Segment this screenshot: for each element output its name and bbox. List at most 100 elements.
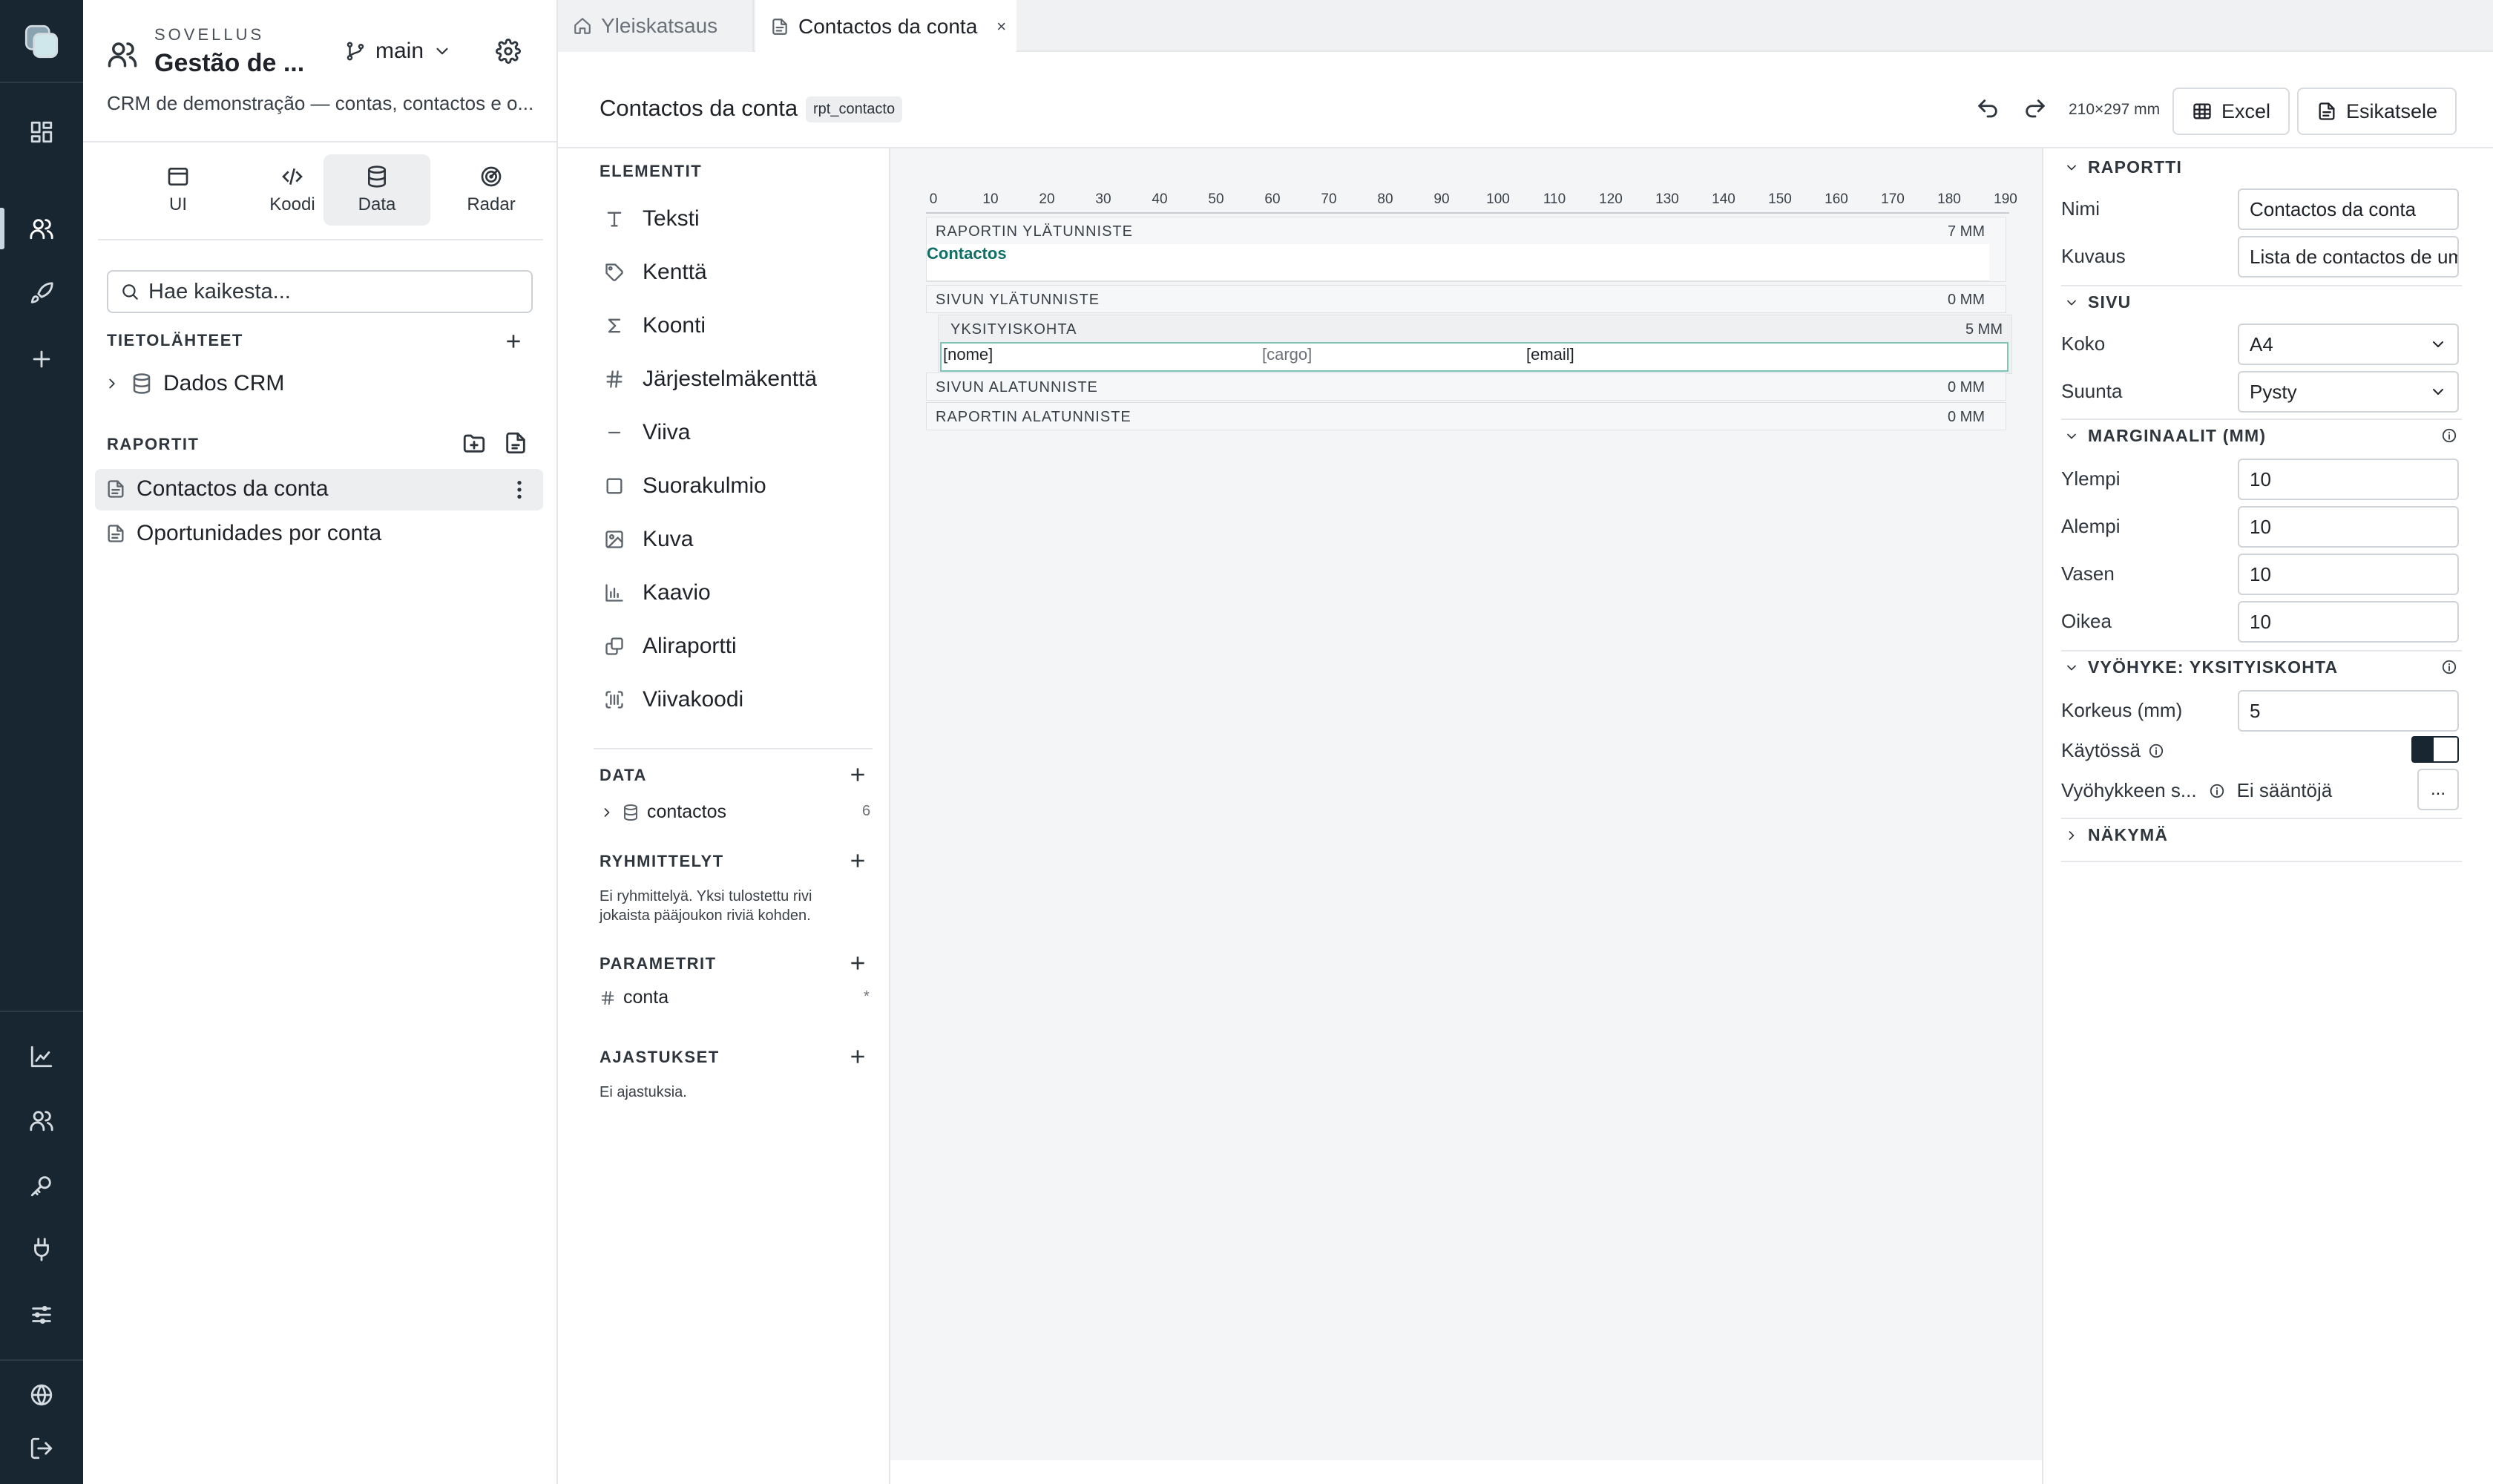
parameter-item[interactable]: conta <box>600 987 669 1008</box>
zone-height-input[interactable]: 5 <box>2238 690 2459 732</box>
section-report-header[interactable]: RAPORTTI <box>2064 157 2182 177</box>
settings-gear-icon[interactable] <box>496 39 521 64</box>
plug-icon[interactable] <box>0 1217 83 1282</box>
users-icon[interactable] <box>0 196 83 261</box>
ruler-tick: 0 <box>929 191 938 207</box>
key-icon[interactable] <box>0 1153 83 1218</box>
tab-overview[interactable]: Yleiskatsaus <box>558 0 754 52</box>
plus-icon <box>851 1050 864 1063</box>
orientation-select[interactable]: Pysty <box>2238 371 2459 413</box>
section-view-header[interactable]: NÄKYMÄ <box>2064 825 2168 845</box>
app-logo-icon[interactable] <box>0 7 83 76</box>
element-text[interactable]: Teksti <box>604 206 700 232</box>
undo-icon[interactable] <box>1975 96 2000 122</box>
report-item[interactable]: Oportunidades por conta <box>105 521 381 546</box>
report-canvas[interactable]: 0 10 20 30 40 50 60 70 80 90 100 110 120… <box>890 148 2042 1460</box>
search-field[interactable] <box>107 270 533 313</box>
search-input[interactable] <box>148 279 505 304</box>
section-zone-header[interactable]: VYÖHYKE: YKSITYISKOHTA <box>2064 657 2338 677</box>
info-icon[interactable] <box>2148 743 2164 759</box>
add-parameter-button[interactable] <box>843 948 873 978</box>
element-line[interactable]: Viiva <box>604 420 690 445</box>
tab-report[interactable]: Contactos da conta × <box>755 0 1016 53</box>
band-report-header[interactable]: RAPORTIN YLÄTUNNISTE 7 MM Contactos <box>926 217 2006 282</box>
ruler-tick: 150 <box>1768 191 1792 207</box>
enabled-toggle[interactable] <box>2411 736 2459 763</box>
band-report-footer[interactable]: RAPORTIN ALATUNNISTE 0 MM <box>926 402 2006 430</box>
size-select[interactable]: A4 <box>2238 324 2459 365</box>
new-folder-icon[interactable] <box>462 430 487 456</box>
band-page-footer[interactable]: SIVUN ALATUNNISTE 0 MM <box>926 372 2006 401</box>
redo-icon[interactable] <box>2023 96 2048 122</box>
element-aggregate[interactable]: Koonti <box>604 313 706 338</box>
parameter-label: conta <box>623 987 669 1008</box>
add-datasource-button[interactable] <box>499 326 528 356</box>
preview-button[interactable]: Esikatsele <box>2297 88 2457 135</box>
field-cargo[interactable]: [cargo] <box>1262 345 1312 364</box>
element-image[interactable]: Kuva <box>604 527 693 552</box>
ruler-tick: 50 <box>1208 191 1224 207</box>
team-icon[interactable] <box>0 1088 83 1153</box>
table-icon <box>2193 103 2211 119</box>
analytics-icon[interactable] <box>0 1024 83 1089</box>
logout-icon[interactable] <box>0 1416 83 1481</box>
ruler-tick: 120 <box>1599 191 1623 207</box>
tag-icon <box>605 263 623 281</box>
element-rectangle[interactable]: Suorakulmio <box>604 473 766 499</box>
info-icon[interactable] <box>2441 427 2457 444</box>
band-page-header[interactable]: SIVUN YLÄTUNNISTE 0 MM <box>926 285 2006 313</box>
margin-bottom-input[interactable]: 10 <box>2238 506 2459 548</box>
mode-ui-button[interactable]: UI <box>125 154 231 226</box>
field-nome[interactable]: [nome] <box>943 345 993 364</box>
band-detail[interactable]: YKSITYISKOHTA 5 MM [nome] [cargo] [email… <box>938 315 2012 374</box>
page-size-label: 210×297 mm <box>2069 101 2161 118</box>
element-subreport[interactable]: Aliraportti <box>604 634 737 659</box>
data-item[interactable]: contactos <box>600 801 726 823</box>
add-grouping-button[interactable] <box>843 846 873 876</box>
element-barcode[interactable]: Viivakoodi <box>604 687 743 712</box>
report-header-text[interactable]: Contactos <box>927 244 1007 263</box>
margin-top-input[interactable]: 10 <box>2238 459 2459 500</box>
elements-header: ELEMENTIT <box>600 162 703 180</box>
report-toolbar: Contactos da conta rpt_contacto 210×297 … <box>558 52 2493 148</box>
properties-panel: RAPORTTI Nimi Contactos da conta Kuvaus … <box>2042 148 2493 1484</box>
ruler-tick: 70 <box>1321 191 1337 207</box>
sliders-icon[interactable] <box>0 1282 83 1347</box>
excel-export-button[interactable]: Excel <box>2172 88 2290 135</box>
info-icon[interactable] <box>2209 783 2225 799</box>
mode-radar-button[interactable]: Radar <box>438 154 545 226</box>
info-icon[interactable] <box>2441 659 2457 675</box>
element-chart[interactable]: Kaavio <box>604 580 711 605</box>
close-tab-icon[interactable]: × <box>996 17 1006 36</box>
report-item[interactable]: Contactos da conta <box>105 476 329 502</box>
section-margins-header[interactable]: MARGINAALIT (MM) <box>2064 426 2266 446</box>
dashboard-icon[interactable] <box>0 99 83 165</box>
plus-icon <box>851 768 864 781</box>
report-id-chip: rpt_contacto <box>806 96 903 122</box>
zone-rules-more-button[interactable]: ... <box>2417 769 2459 810</box>
more-vertical-icon[interactable] <box>508 478 531 502</box>
add-data-button[interactable] <box>843 760 873 789</box>
datasource-item[interactable]: Dados CRM <box>104 371 284 396</box>
app-title[interactable]: Gestão de ... <box>154 49 304 78</box>
element-label: Viiva <box>643 420 691 444</box>
field-email[interactable]: [email] <box>1526 345 1574 364</box>
section-page-header[interactable]: SIVU <box>2064 292 2131 312</box>
mode-data-button[interactable]: Data <box>323 154 430 226</box>
add-icon[interactable] <box>0 326 83 392</box>
element-field[interactable]: Kenttä <box>604 260 707 285</box>
margin-right-input[interactable]: 10 <box>2238 601 2459 643</box>
name-input[interactable]: Contactos da conta <box>2238 188 2459 230</box>
element-system-field[interactable]: Järjestelmäkenttä <box>604 367 817 392</box>
branch-selector[interactable]: main <box>344 39 452 64</box>
ruler-tick: 190 <box>1994 191 2017 207</box>
element-label: Suorakulmio <box>643 473 766 498</box>
description-input[interactable]: Lista de contactos de uma <box>2238 236 2459 278</box>
new-report-icon[interactable] <box>503 430 528 456</box>
zone-height-label: Korkeus (mm) <box>2061 699 2183 721</box>
margin-left-input[interactable]: 10 <box>2238 554 2459 595</box>
element-label: Viivakoodi <box>643 687 744 712</box>
parameters-header: PARAMETRIT <box>600 954 717 973</box>
rocket-icon[interactable] <box>0 261 83 326</box>
add-schedule-button[interactable] <box>843 1042 873 1071</box>
